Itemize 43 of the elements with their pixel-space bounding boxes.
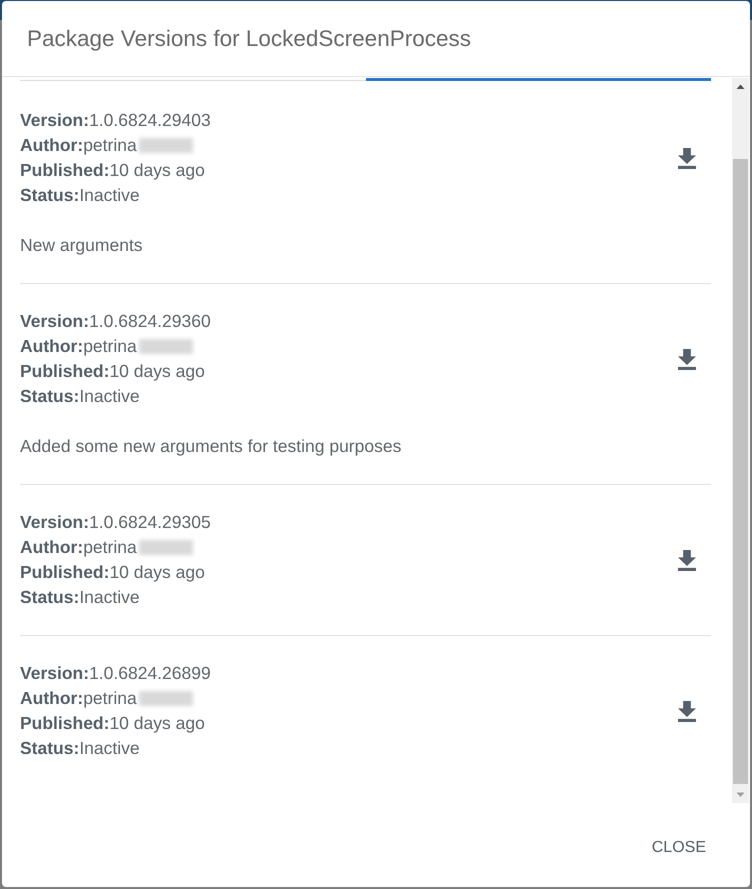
field-value: Inactive xyxy=(79,184,140,207)
field-label: Version: xyxy=(20,109,90,132)
field-label: Status: xyxy=(20,184,80,207)
field-value: 10 days ago xyxy=(109,360,205,383)
field-label: Version: xyxy=(20,662,90,685)
field-label: Published: xyxy=(20,159,110,182)
field-value: 10 days ago xyxy=(109,159,205,182)
field-value: 10 days ago xyxy=(109,712,205,735)
close-button[interactable]: CLOSE xyxy=(642,831,716,865)
field-value: 1.0.6824.29360 xyxy=(89,310,211,333)
download-icon[interactable] xyxy=(678,700,696,722)
field-label: Status: xyxy=(20,737,80,760)
field-value: Inactive xyxy=(79,737,140,760)
field-label: Published: xyxy=(20,712,110,735)
field-label: Published: xyxy=(20,360,110,383)
field-label: Version: xyxy=(20,511,90,534)
tab[interactable] xyxy=(366,77,711,81)
field-value: 1.0.6824.29403 xyxy=(89,109,211,132)
version-description: Added some new arguments for testing purposes xyxy=(20,435,402,458)
field-label: Author: xyxy=(20,687,84,710)
field-label: Published: xyxy=(20,561,110,584)
download-icon[interactable] xyxy=(678,348,696,370)
field-value: 1.0.6824.26899 xyxy=(89,662,211,685)
field-label: Status: xyxy=(20,385,80,408)
field-label: Author: xyxy=(20,335,84,358)
version-description: New arguments xyxy=(20,234,144,257)
field-value: petrina xyxy=(83,335,137,358)
scrollbar-track[interactable] xyxy=(732,78,749,803)
download-icon[interactable] xyxy=(678,148,696,168)
field-label: Author: xyxy=(20,134,84,157)
scrollbar-thumb[interactable] xyxy=(733,159,748,784)
field-value: Inactive xyxy=(79,385,140,408)
field-value: petrina xyxy=(83,536,137,559)
dialog-title: Package Versions for LockedScreenProcess xyxy=(27,25,471,52)
field-value: 1.0.6824.29305 xyxy=(89,511,211,534)
field-value: petrina xyxy=(83,134,137,157)
field-label: Status: xyxy=(20,586,80,609)
field-value: petrina xyxy=(83,687,137,710)
field-label: Version: xyxy=(20,310,90,333)
download-icon[interactable] xyxy=(678,550,696,570)
field-label: Author: xyxy=(20,536,84,559)
field-value: Inactive xyxy=(79,586,140,609)
field-value: 10 days ago xyxy=(109,561,205,584)
